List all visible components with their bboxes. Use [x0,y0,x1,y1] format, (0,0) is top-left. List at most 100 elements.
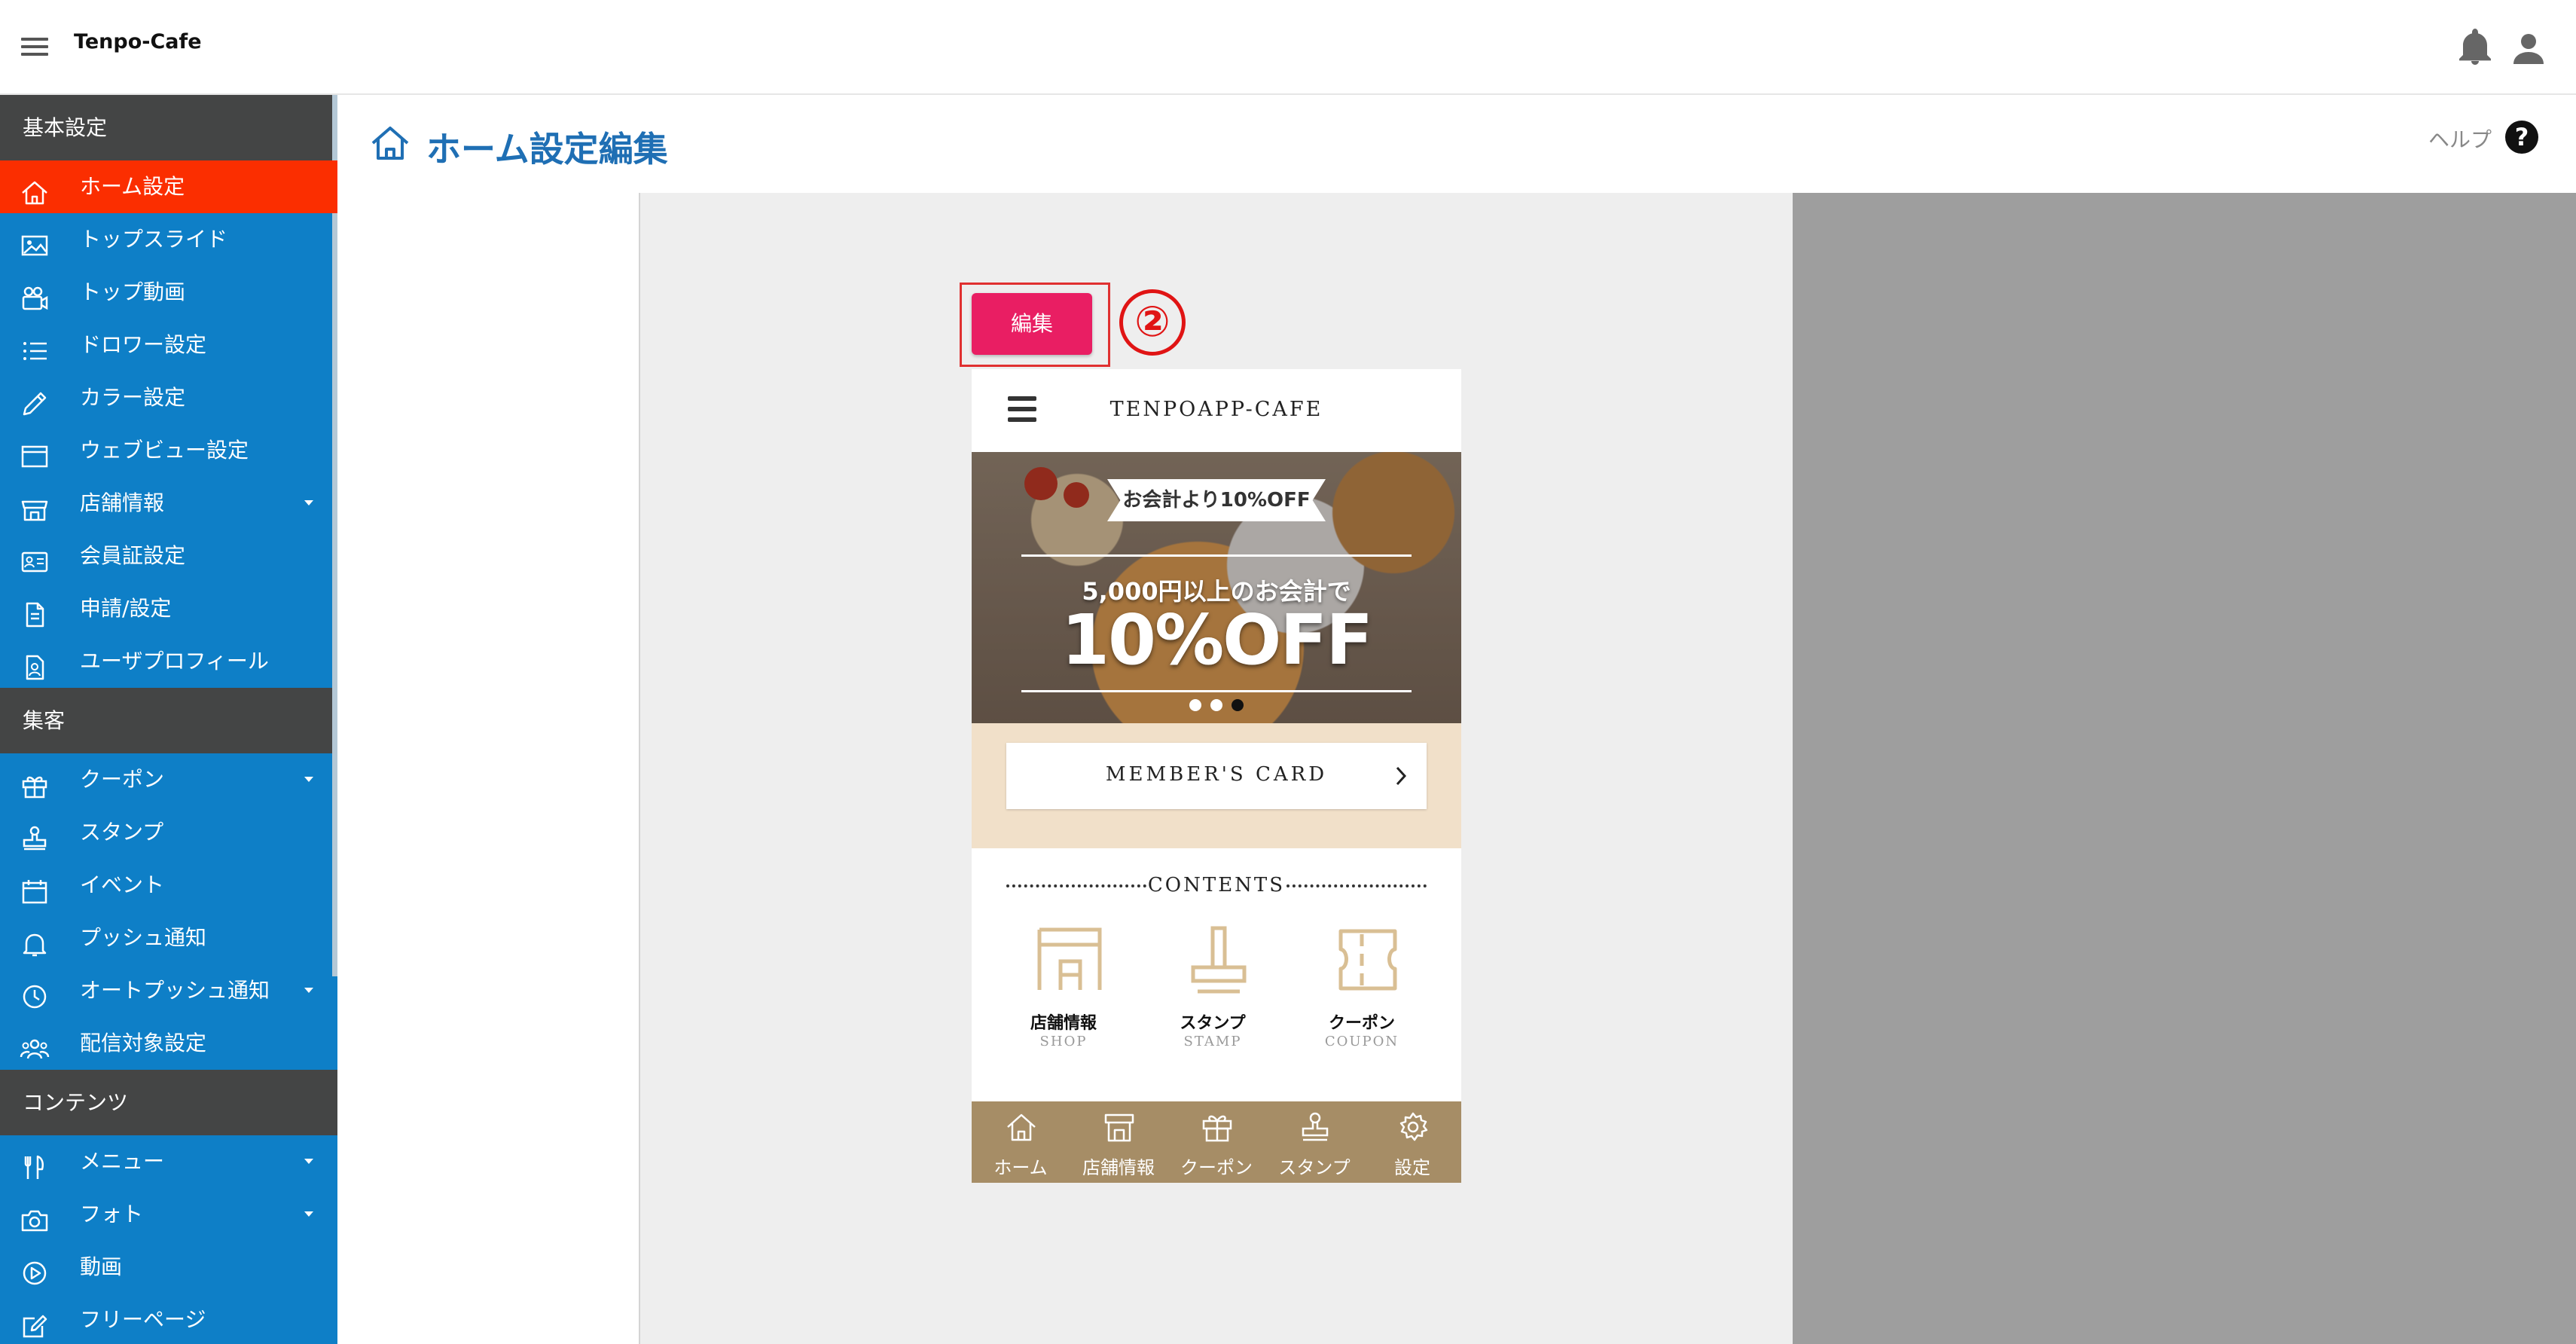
sidebar-item-label: オートプッシュ通知 [80,978,270,1003]
edit-icon [20,1306,50,1338]
sidebar-item-label: ホーム設定 [80,174,185,199]
sidebar-item-member-card[interactable]: 会員証設定 [0,530,337,582]
sidebar-item-video[interactable]: 動画 [0,1241,337,1294]
sidebar-item-top-video[interactable]: トップ動画 [0,266,337,319]
sidebar-section-contents: コンテンツ [0,1070,337,1135]
tile-label: スタンプ [1180,1014,1246,1033]
tab-settings[interactable]: 設定 [1363,1101,1461,1183]
tile-shop[interactable]: 店舗情報 SHOP [988,924,1139,1074]
sidebar-item-free-page[interactable]: フリーページ [0,1294,337,1344]
tab-label: スタンプ [1278,1157,1351,1178]
sidebar-item-stamp[interactable]: スタンプ [0,806,337,859]
tile-sublabel: SHOP [1039,1034,1088,1049]
slide-dot[interactable] [1189,699,1201,711]
coupon-ticket-icon [1332,924,1404,996]
gear-icon [1396,1110,1430,1144]
chevron-right-icon [1395,765,1407,787]
id-card-icon [20,542,50,573]
sidebar-item-label: トップ動画 [80,279,186,304]
home-icon [20,173,50,205]
sidebar-item-label: クーポン [80,767,165,792]
video-camera-icon [20,279,50,310]
sidebar-item-label: トップスライド [80,227,228,252]
sidebar-item-push[interactable]: プッシュ通知 [0,912,337,964]
app-title: Tenpo-Cafe [74,30,202,53]
sidebar-item-label: カラー設定 [80,385,186,410]
chevron-down-icon [304,988,313,993]
app-preview: TENPOAPP-CAFE お会計より10%OFF 5,000円以上のお会計で … [972,369,1461,1183]
chevron-down-icon [304,777,313,782]
tab-home[interactable]: ホーム [972,1101,1070,1183]
top-slide-banner[interactable]: お会計より10%OFF 5,000円以上のお会計で 10%OFF [972,452,1461,723]
browser-window-icon [20,437,50,468]
tab-label: 設定 [1394,1157,1430,1178]
sidebar-item-label: 動画 [80,1254,123,1279]
sidebar-item-label: フォト [80,1202,144,1226]
gift-icon [20,766,50,799]
sidebar-item-target-settings[interactable]: 配信対象設定 [0,1017,337,1070]
help-icon[interactable]: ? [2505,121,2538,154]
preview-tab-bar: ホーム 店舗情報 クーポン スタンプ 設定 [972,1101,1461,1183]
gift-icon [1201,1110,1234,1144]
sidebar-item-application[interactable]: 申請/設定 [0,582,337,635]
page-title: ホーム設定編集 [426,129,668,170]
hamburger-menu-icon[interactable] [20,33,50,60]
sidebar: 基本設定 ホーム設定 トップスライド トップ動画 ドロワー設定 カラー設定 ウェ… [0,95,337,1344]
slide-dot[interactable] [1210,699,1222,711]
bell-icon [20,924,50,957]
image-icon [20,226,50,256]
sidebar-item-coupon[interactable]: クーポン [0,753,337,806]
tile-label: クーポン [1328,1014,1395,1033]
store-icon [1103,1110,1136,1144]
preview-app-name: TENPOAPP-CAFE [1109,398,1323,421]
tile-stamp[interactable]: スタンプ STAMP [1137,924,1288,1074]
tab-stamp[interactable]: スタンプ [1265,1101,1363,1183]
sidebar-section-basic: 基本設定 [0,95,337,160]
tab-store-info[interactable]: 店舗情報 [1070,1101,1167,1183]
stamp-icon [1183,924,1255,996]
home-icon [369,124,411,163]
sidebar-item-webview-settings[interactable]: ウェブビュー設定 [0,424,337,477]
sidebar-item-label: 会員証設定 [80,543,186,568]
tile-coupon[interactable]: クーポン COUPON [1286,924,1437,1074]
sidebar-item-auto-push[interactable]: オートプッシュ通知 [0,964,337,1017]
help-link[interactable]: ヘルプ [2428,124,2492,154]
slide-headline: 10%OFF [1061,600,1373,680]
sidebar-item-label: プッシュ通知 [80,925,207,950]
sidebar-item-top-slide[interactable]: トップスライド [0,213,337,266]
camera-icon [20,1201,50,1232]
edit-button[interactable]: 編集 [972,293,1092,355]
tab-label: クーポン [1180,1157,1253,1178]
preview-header: TENPOAPP-CAFE [972,369,1461,452]
sidebar-item-label: イベント [80,872,165,897]
sidebar-item-store-info[interactable]: 店舗情報 [0,477,337,530]
member-card-button[interactable]: MEMBER'S CARD [1006,743,1427,809]
side-panel [1793,193,2576,1344]
fork-knife-icon [20,1148,50,1179]
chevron-down-icon [304,1159,313,1164]
tab-coupon[interactable]: クーポン [1167,1101,1265,1183]
user-profile-icon [20,648,50,680]
tab-label: ホーム [993,1157,1048,1178]
slide-divider [1021,554,1412,557]
sidebar-item-label: スタンプ [80,820,164,845]
slide-pagination [972,699,1461,711]
person-icon[interactable] [2510,29,2547,66]
home-icon [1005,1110,1038,1144]
sidebar-item-drawer-settings[interactable]: ドロワー設定 [0,319,337,371]
sidebar-item-label: フリーページ [80,1307,206,1332]
sidebar-item-user-profile[interactable]: ユーザプロフィール [0,635,337,688]
clock-icon [20,977,50,1009]
bell-icon[interactable] [2457,27,2493,66]
sidebar-item-label: ユーザプロフィール [80,649,269,674]
tile-label: 店舗情報 [1030,1014,1097,1033]
sidebar-item-menu[interactable]: メニュー [0,1135,337,1188]
sidebar-item-color-settings[interactable]: カラー設定 [0,371,337,424]
list-icon [20,331,50,360]
sidebar-item-home-settings[interactable]: ホーム設定 [0,160,337,213]
calendar-icon [20,872,50,904]
sidebar-item-event[interactable]: イベント [0,859,337,912]
divider [1286,884,1427,887]
slide-dot[interactable] [1232,699,1244,711]
sidebar-item-photo[interactable]: フォト [0,1188,337,1241]
